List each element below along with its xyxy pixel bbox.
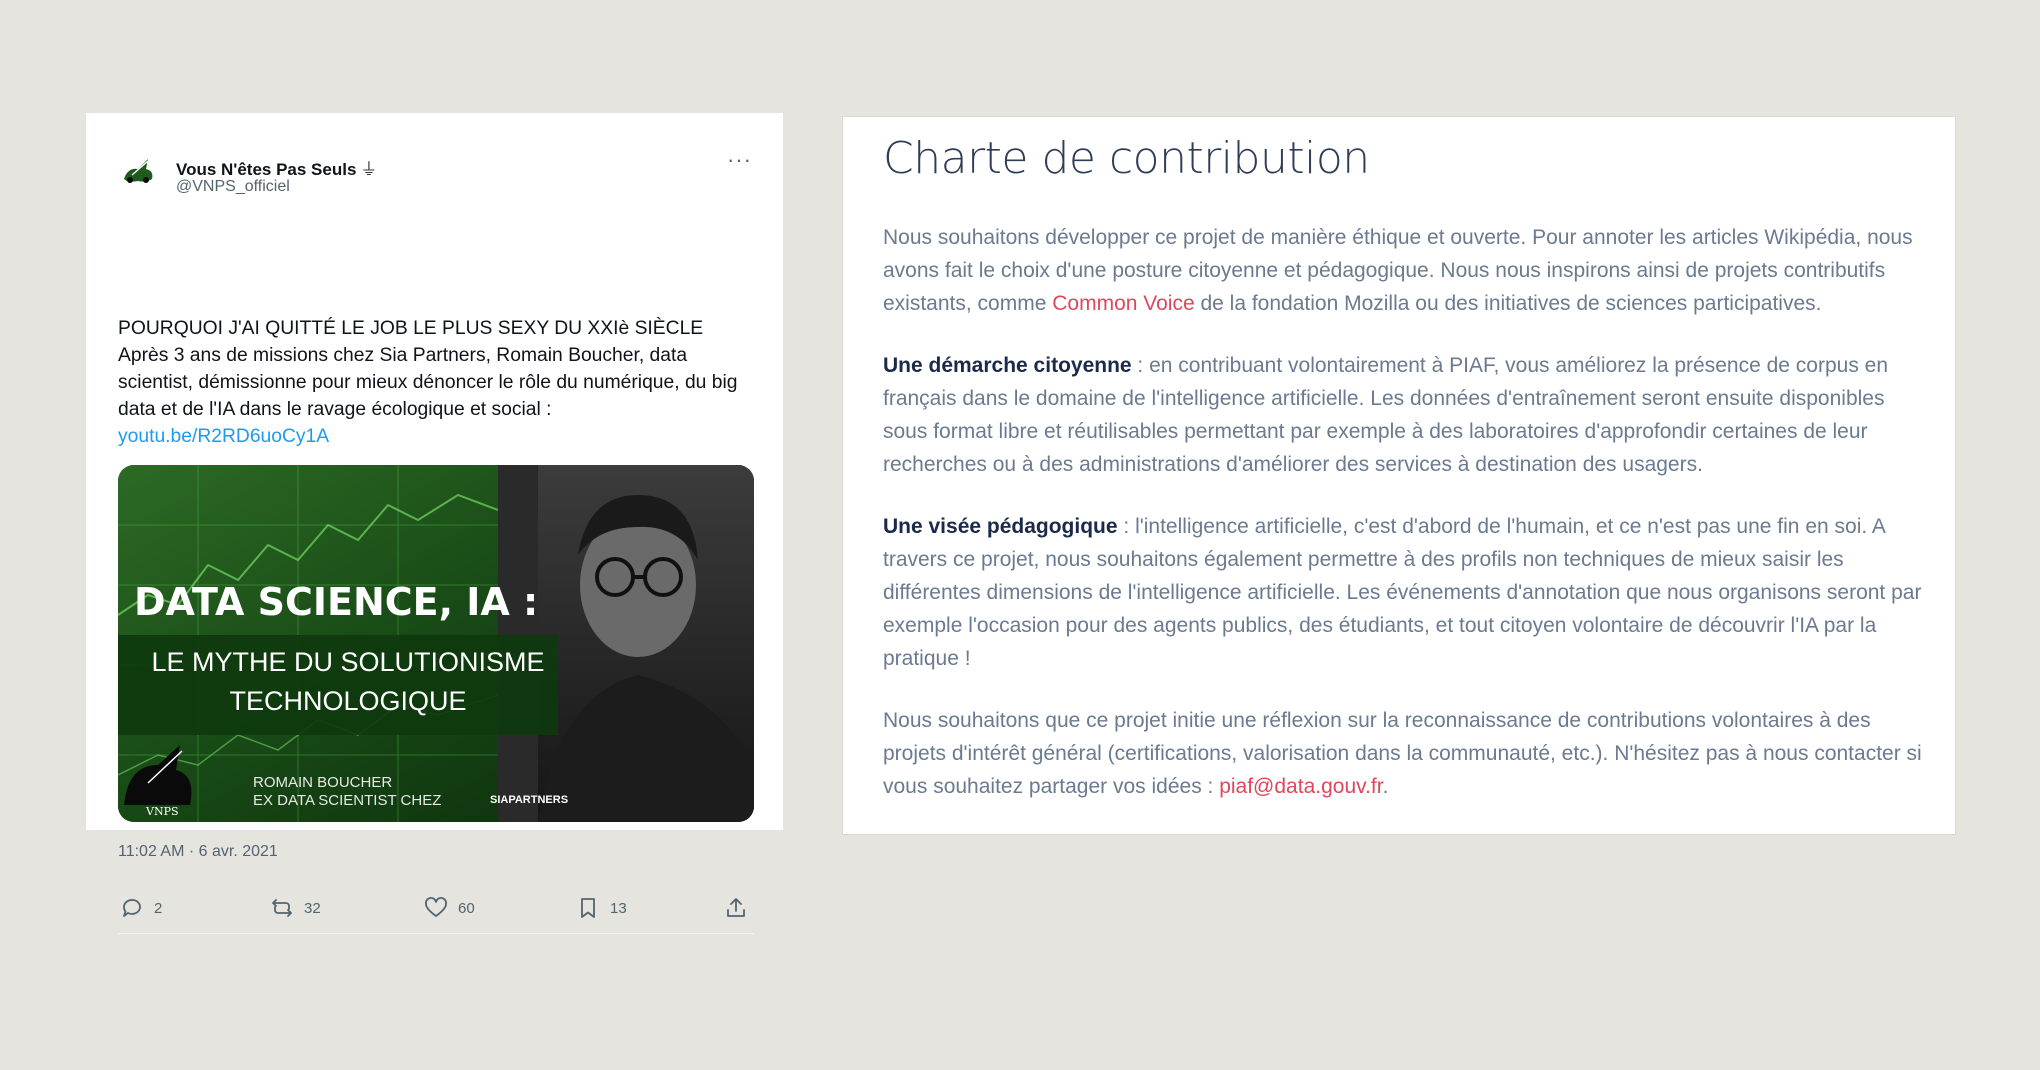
tweet-timestamp[interactable]: 11:02 AM · 6 avr. 2021 — [118, 843, 278, 861]
reply-button[interactable]: 2 — [120, 893, 162, 923]
media-subtitle-line1: LE MYTHE DU SOLUTIONISME — [151, 647, 544, 677]
tweet-card: Vous N'êtes Pas Seuls ⏚ @VNPS_officiel ··… — [86, 113, 783, 934]
vnps-logo-icon — [118, 149, 160, 191]
heart-icon — [425, 897, 447, 917]
p4-text-b: . — [1382, 775, 1389, 798]
page-title: Charte de contribution — [883, 133, 1370, 184]
p4-text-a: Nous souhaitons que ce projet initie une… — [883, 709, 1922, 798]
paragraph-reflexion: Nous souhaitons que ce projet initie une… — [883, 704, 1933, 803]
tweet-text: POURQUOI J'AI QUITTÉ LE JOB LE PLUS SEXY… — [118, 315, 754, 450]
p1-text-b: de la fondation Mozilla ou des initiativ… — [1194, 292, 1822, 315]
media-name-line2: EX DATA SCIENTIST CHEZ — [253, 792, 441, 809]
email-link[interactable]: piaf@data.gouv.fr — [1219, 775, 1382, 798]
video-thumbnail-art: DATA SCIENCE, IA : LE MYTHE DU SOLUTIONI… — [118, 465, 754, 822]
share-button[interactable] — [724, 893, 758, 923]
affiliation-badge-icon: ⏚ — [360, 160, 378, 179]
retweet-count: 32 — [304, 899, 321, 917]
tweet-link[interactable]: youtu.be/R2RD6uoCy1A — [118, 426, 329, 447]
media-subtitle-line2: TECHNOLOGIQUE — [229, 686, 466, 716]
p2-heading: Une démarche citoyenne — [883, 354, 1132, 377]
p3-heading: Une visée pédagogique — [883, 515, 1118, 538]
like-count: 60 — [458, 899, 475, 917]
charte-body: Nous souhaitons développer ce projet de … — [883, 221, 1933, 832]
media-headline: DATA SCIENCE, IA : — [134, 580, 538, 624]
bookmark-icon — [581, 898, 595, 918]
display-name-text: Vous N'êtes Pas Seuls — [176, 160, 357, 179]
tweet-actions: 2 32 60 13 — [118, 893, 754, 923]
reply-count: 2 — [154, 899, 163, 917]
charte-panel: Charte de contribution Nous souhaitons d… — [842, 116, 1956, 835]
tweet-media-thumbnail[interactable]: DATA SCIENCE, IA : LE MYTHE DU SOLUTIONI… — [118, 465, 754, 822]
p3-text: : l'intelligence artificielle, c'est d'a… — [883, 515, 1922, 670]
paragraph-intro: Nous souhaitons développer ce projet de … — [883, 221, 1933, 320]
paragraph-pedagogique: Une visée pédagogique : l'intelligence a… — [883, 510, 1933, 675]
bookmark-count: 13 — [610, 899, 627, 917]
common-voice-link[interactable]: Common Voice — [1052, 292, 1194, 315]
share-icon — [727, 898, 745, 917]
tweet-text-line1: POURQUOI J'AI QUITTÉ LE JOB LE PLUS SEXY… — [118, 318, 704, 339]
avatar[interactable] — [118, 149, 160, 191]
divider — [118, 933, 754, 934]
tweet-text-body: Après 3 ans de missions chez Sia Partner… — [118, 345, 738, 420]
media-watermark-text: VNPS — [145, 805, 179, 818]
media-name-line1: ROMAIN BOUCHER — [253, 774, 392, 791]
reply-icon — [123, 899, 141, 917]
bookmark-button[interactable]: 13 — [576, 893, 627, 923]
more-options-icon[interactable]: ··· — [727, 147, 752, 173]
retweet-icon — [272, 899, 292, 917]
user-handle[interactable]: @VNPS_officiel — [176, 178, 290, 196]
media-company-logo: SIAPARTNERS — [490, 794, 568, 806]
tweet-header: Vous N'êtes Pas Seuls ⏚ @VNPS_officiel ··… — [118, 145, 754, 196]
display-name[interactable]: Vous N'êtes Pas Seuls ⏚ — [176, 155, 377, 180]
paragraph-citoyenne: Une démarche citoyenne : en contribuant … — [883, 349, 1933, 481]
retweet-button[interactable]: 32 — [270, 893, 321, 923]
like-button[interactable]: 60 — [424, 893, 475, 923]
